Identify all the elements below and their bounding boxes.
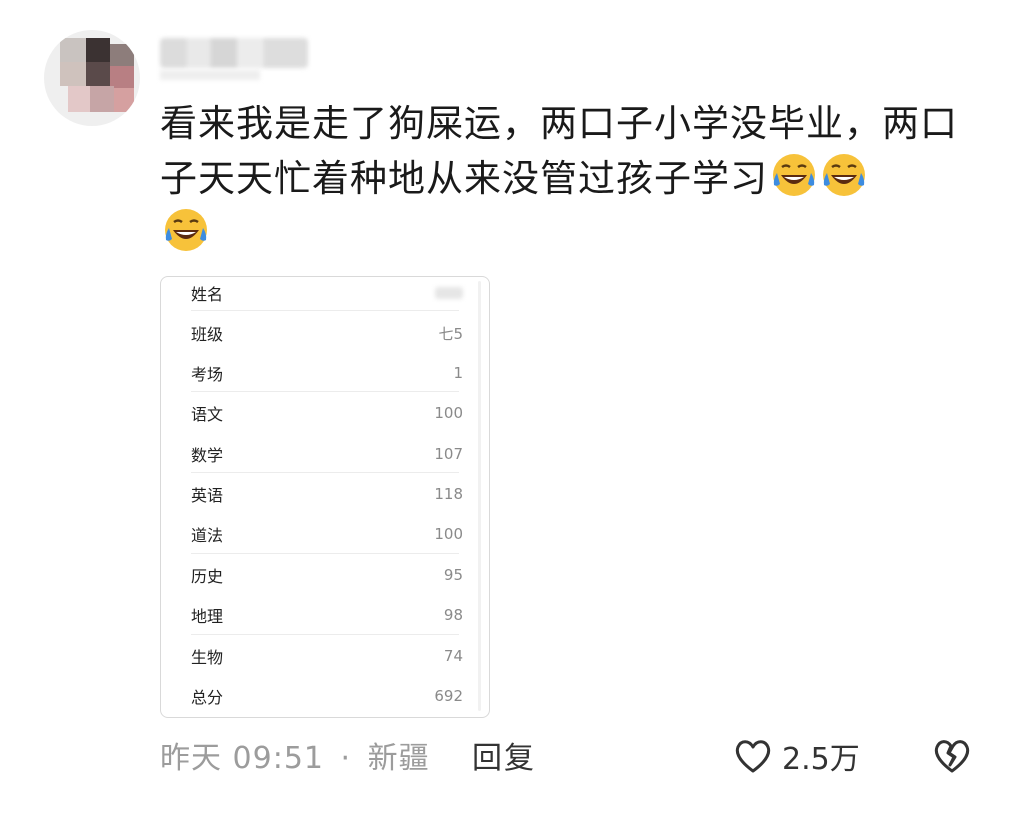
laughing-crying-emoji-icon [165,209,207,251]
score-value: 100 [434,404,463,422]
score-row-biology: 生物 74 [175,636,463,676]
score-value: 107 [434,445,463,463]
score-label: 考场 [191,365,224,384]
username[interactable] [160,38,308,68]
like-count: 2.5万 [782,742,860,777]
row-divider [191,472,459,473]
score-value: 98 [443,606,463,624]
score-row-class: 班级 七5 [175,313,463,353]
score-label: 语文 [191,405,224,424]
score-value-name-blurred [435,287,463,299]
score-value: 118 [434,485,463,503]
comment-timestamp: 昨天 09:51 [160,741,324,776]
score-row-total: 总分 692 [175,676,463,716]
score-label: 姓名 [191,285,224,304]
score-row-name: 姓名 [175,277,463,313]
score-row-chinese: 语文 100 [175,393,463,433]
meta-separator: · [340,741,352,776]
score-value: 1 [453,364,463,382]
score-label: 数学 [191,446,224,465]
user-subtitle [160,70,260,80]
reply-button[interactable]: 回复 [472,733,536,777]
score-label: 班级 [191,325,224,344]
score-row-history: 历史 95 [175,555,463,595]
score-row-exam-room: 考场 1 [175,353,463,393]
score-value: 692 [434,687,463,705]
score-label: 地理 [191,607,224,626]
broken-heart-icon [934,740,970,773]
score-value: 95 [443,566,463,584]
score-label: 生物 [191,648,224,667]
score-label: 英语 [191,486,224,505]
row-divider [191,310,459,311]
comment-meta: 昨天 09:51 · 新疆 [160,733,430,777]
score-value: 74 [443,647,463,665]
dislike-button[interactable] [932,738,972,778]
score-label: 历史 [191,567,224,586]
comment-location: 新疆 [367,741,430,776]
score-card-image[interactable]: 姓名 班级 七5 考场 1 语文 100 数学 107 英语 118 道法 10… [160,276,490,718]
user-avatar[interactable] [44,30,140,126]
heart-outline-icon [735,740,771,773]
score-row-english: 英语 118 [175,474,463,514]
score-label: 总分 [191,688,224,707]
laughing-crying-emoji-icon [823,154,865,196]
row-divider [191,634,459,635]
laughing-crying-emoji-icon [773,154,815,196]
row-divider [191,391,459,392]
comment-text: 看来我是走了狗屎运，两口子小学没毕业，两口子天天忙着种地从来没管过孩子学习 [160,96,990,261]
score-row-math: 数学 107 [175,434,463,474]
score-label: 道法 [191,526,224,545]
card-scrollbar [478,281,481,711]
score-row-geography: 地理 98 [175,595,463,635]
score-value: 100 [434,525,463,543]
score-row-morality-law: 道法 100 [175,514,463,554]
row-divider [191,553,459,554]
like-button[interactable]: 2.5万 [734,733,860,779]
score-value: 七5 [438,324,463,343]
